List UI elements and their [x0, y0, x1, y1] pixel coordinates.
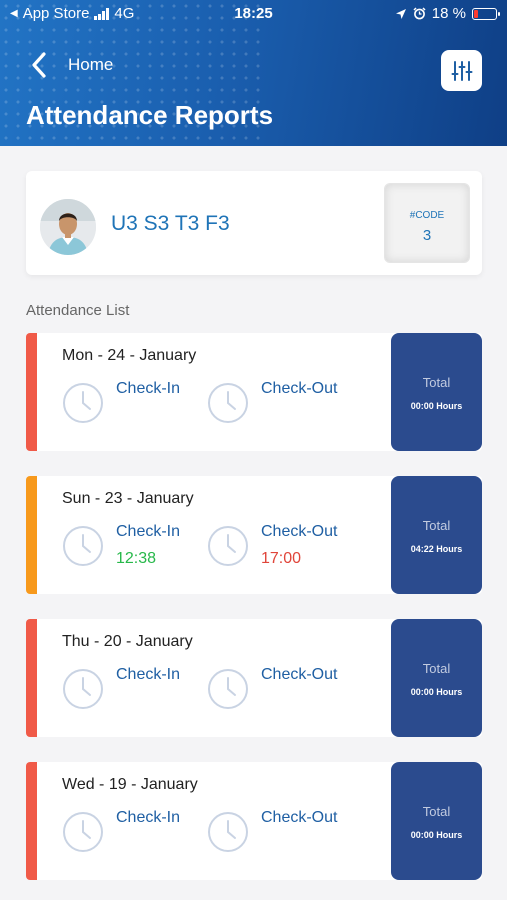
code-box: #CODE 3 [384, 183, 470, 263]
sliders-icon [451, 60, 472, 81]
app-header: ◀ App Store 4G 18:25 18 % Home Attendanc… [0, 0, 507, 146]
status-indicator [26, 762, 37, 880]
battery-icon [472, 7, 500, 20]
total-box: Total 00:00 Hours [391, 762, 482, 880]
total-box: Total 04:22 Hours [391, 476, 482, 594]
status-indicator [26, 476, 37, 594]
check-in-label: Check-In [116, 809, 181, 826]
attendance-card[interactable]: Mon - 24 - January Check-In Check-Out To… [26, 333, 482, 451]
attendance-card[interactable]: Thu - 20 - January Check-In Check-Out To… [26, 619, 482, 737]
check-out-clock-icon [208, 812, 248, 852]
status-indicator [26, 619, 37, 737]
status-bar: ◀ App Store 4G 18:25 18 % [0, 5, 507, 25]
filter-button[interactable] [441, 50, 482, 91]
check-in-clock-icon [63, 383, 103, 423]
profile-card: U3 S3 T3 F3 #CODE 3 [26, 171, 482, 275]
total-label: Total [422, 375, 451, 390]
profile-name: U3 S3 T3 F3 [111, 212, 230, 235]
check-in-label: Check-In [116, 666, 181, 683]
status-right: 18 % [395, 5, 500, 22]
page-title: Attendance Reports [26, 100, 274, 130]
attendance-date: Wed - 19 - January [62, 776, 198, 793]
battery-level [474, 9, 478, 18]
back-button[interactable]: Home [30, 52, 113, 78]
check-out-clock-icon [208, 526, 248, 566]
total-hours: 00:00 Hours [410, 687, 463, 697]
battery-percent: 18 % [431, 5, 466, 22]
check-in-clock-icon [63, 812, 103, 852]
code-label: #CODE [409, 210, 445, 221]
chevron-left-icon [32, 52, 46, 78]
attendance-card[interactable]: Sun - 23 - January Check-In 12:38 Check-… [26, 476, 482, 594]
total-hours: 04:22 Hours [410, 544, 463, 554]
back-label: Home [68, 55, 114, 74]
total-box: Total 00:00 Hours [391, 333, 482, 451]
check-out-time: 17:00 [261, 550, 302, 567]
total-hours: 00:00 Hours [410, 401, 463, 411]
alarm-icon [413, 7, 426, 20]
attendance-date: Thu - 20 - January [62, 633, 193, 650]
attendance-card[interactable]: Wed - 19 - January Check-In Check-Out To… [26, 762, 482, 880]
location-arrow-icon [395, 8, 406, 19]
check-in-clock-icon [63, 526, 103, 566]
total-label: Total [422, 804, 451, 819]
status-indicator [26, 333, 37, 451]
avatar [40, 199, 96, 255]
check-out-label: Check-Out [261, 809, 338, 826]
check-in-label: Check-In [116, 523, 181, 540]
check-in-label: Check-In [116, 380, 181, 397]
total-hours: 00:00 Hours [410, 830, 463, 840]
total-label: Total [422, 518, 451, 533]
attendance-list-label: Attendance List [26, 302, 130, 319]
attendance-date: Mon - 24 - January [62, 347, 197, 364]
check-out-label: Check-Out [261, 523, 338, 540]
check-in-time: 12:38 [116, 550, 157, 567]
check-out-clock-icon [208, 383, 248, 423]
check-out-label: Check-Out [261, 380, 338, 397]
code-value: 3 [422, 227, 432, 244]
avatar-image [40, 199, 96, 255]
total-box: Total 00:00 Hours [391, 619, 482, 737]
check-out-clock-icon [208, 669, 248, 709]
attendance-date: Sun - 23 - January [62, 490, 194, 507]
total-label: Total [422, 661, 451, 676]
check-out-label: Check-Out [261, 666, 338, 683]
check-in-clock-icon [63, 669, 103, 709]
